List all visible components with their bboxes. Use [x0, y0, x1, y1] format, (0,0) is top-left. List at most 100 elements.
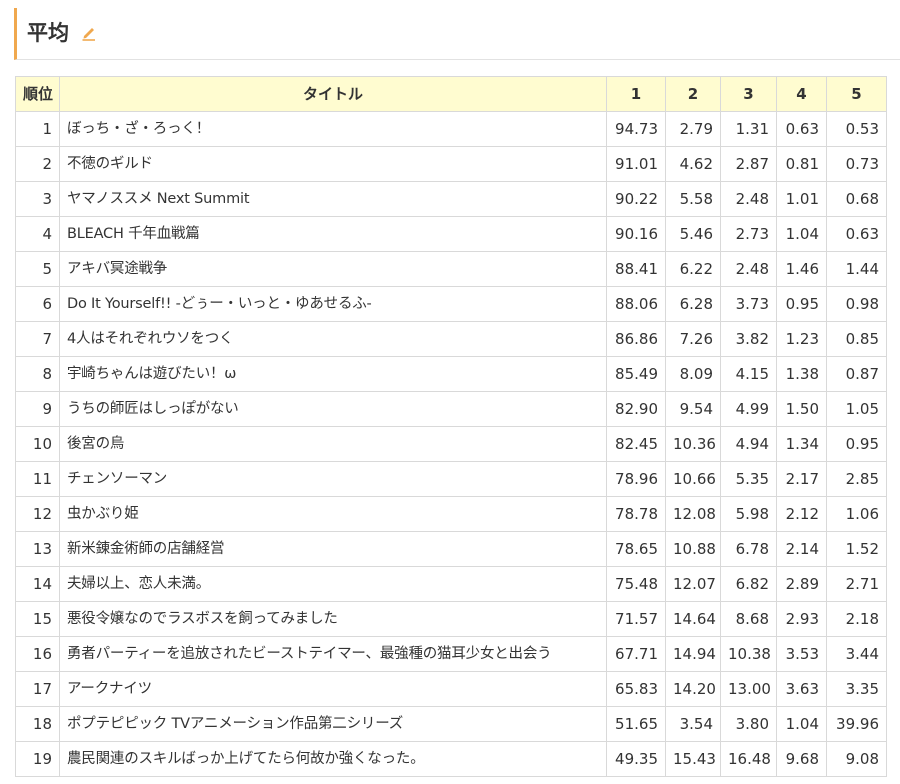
score-3-cell: 3.73 — [720, 286, 777, 322]
score-2-cell: 7.26 — [665, 321, 721, 357]
score-4-cell: 1.50 — [776, 391, 827, 427]
score-2-cell: 14.20 — [665, 671, 721, 707]
rank-cell: 2 — [15, 146, 60, 182]
table-row: 13 新米錬金術師の店舗経営 78.65 10.88 6.78 2.14 1.52 — [15, 531, 887, 567]
score-1-cell: 88.06 — [606, 286, 666, 322]
score-2-cell: 10.88 — [665, 531, 721, 567]
score-1-cell: 82.45 — [606, 426, 666, 462]
title-cell: 後宮の烏 — [59, 426, 607, 462]
score-5-cell: 0.73 — [826, 146, 887, 182]
score-1-cell: 85.49 — [606, 356, 666, 392]
rank-cell: 8 — [15, 356, 60, 392]
score-1-cell: 78.96 — [606, 461, 666, 497]
score-1-cell: 86.86 — [606, 321, 666, 357]
score-1-cell: 90.16 — [606, 216, 666, 252]
table-row: 12 虫かぶり姫 78.78 12.08 5.98 2.12 1.06 — [15, 496, 887, 532]
rank-cell: 17 — [15, 671, 60, 707]
score-4-cell: 3.63 — [776, 671, 827, 707]
score-4-cell: 1.01 — [776, 181, 827, 217]
score-1-cell: 65.83 — [606, 671, 666, 707]
score-5-cell: 3.44 — [826, 636, 887, 672]
table-row: 3 ヤマノススメ Next Summit 90.22 5.58 2.48 1.01 0.68 — [15, 181, 887, 217]
score-3-cell: 2.73 — [720, 216, 777, 252]
table-row: 10 後宮の烏 82.45 10.36 4.94 1.34 0.95 — [15, 426, 887, 462]
table-header-row: 順位 タイトル 1 2 3 4 5 — [15, 76, 887, 112]
column-header-score-2: 2 — [665, 76, 721, 112]
rank-cell: 14 — [15, 566, 60, 602]
title-cell: 新米錬金術師の店舗経営 — [59, 531, 607, 567]
score-5-cell: 1.05 — [826, 391, 887, 427]
score-3-cell: 3.82 — [720, 321, 777, 357]
title-cell: Do It Yourself!! -どぅー・いっと・ゆあせるふ- — [59, 286, 607, 322]
table-row: 18 ポプテピピック TVアニメーション作品第二シリーズ 51.65 3.54 3.80… — [15, 706, 887, 742]
score-3-cell: 3.80 — [720, 706, 777, 742]
title-cell: アークナイツ — [59, 671, 607, 707]
ranking-table: 順位 タイトル 1 2 3 4 5 1 ぼっち・ざ・ろっく！ 94.73 2.79 1.… — [15, 76, 887, 777]
score-4-cell: 1.38 — [776, 356, 827, 392]
rank-cell: 13 — [15, 531, 60, 567]
score-2-cell: 12.07 — [665, 566, 721, 602]
score-5-cell: 39.96 — [826, 706, 887, 742]
score-1-cell: 67.71 — [606, 636, 666, 672]
rank-cell: 7 — [15, 321, 60, 357]
title-cell: 悪役令嬢なのでラスボスを飼ってみました — [59, 601, 607, 637]
rank-cell: 1 — [15, 111, 60, 147]
score-3-cell: 4.94 — [720, 426, 777, 462]
score-1-cell: 78.65 — [606, 531, 666, 567]
score-4-cell: 0.63 — [776, 111, 827, 147]
table-row: 17 アークナイツ 65.83 14.20 13.00 3.63 3.35 — [15, 671, 887, 707]
rank-cell: 3 — [15, 181, 60, 217]
score-3-cell: 4.15 — [720, 356, 777, 392]
score-5-cell: 1.44 — [826, 251, 887, 287]
score-2-cell: 14.94 — [665, 636, 721, 672]
score-5-cell: 0.85 — [826, 321, 887, 357]
table-body: 1 ぼっち・ざ・ろっく！ 94.73 2.79 1.31 0.63 0.53 2 不徳のギルド 9… — [15, 111, 887, 777]
score-2-cell: 14.64 — [665, 601, 721, 637]
score-1-cell: 51.65 — [606, 706, 666, 742]
score-2-cell: 6.22 — [665, 251, 721, 287]
pencil-icon[interactable] — [81, 23, 97, 41]
score-2-cell: 3.54 — [665, 706, 721, 742]
column-header-score-5: 5 — [826, 76, 887, 112]
column-header-title: タイトル — [59, 76, 607, 112]
score-4-cell: 2.12 — [776, 496, 827, 532]
score-5-cell: 0.63 — [826, 216, 887, 252]
column-header-score-4: 4 — [776, 76, 827, 112]
score-3-cell: 10.38 — [720, 636, 777, 672]
score-4-cell: 1.04 — [776, 706, 827, 742]
score-3-cell: 1.31 — [720, 111, 777, 147]
title-cell: うちの師匠はしっぽがない — [59, 391, 607, 427]
score-3-cell: 6.78 — [720, 531, 777, 567]
score-2-cell: 5.46 — [665, 216, 721, 252]
score-5-cell: 2.18 — [826, 601, 887, 637]
score-2-cell: 5.58 — [665, 181, 721, 217]
rank-cell: 16 — [15, 636, 60, 672]
title-cell: ぼっち・ざ・ろっく！ — [59, 111, 607, 147]
score-1-cell: 88.41 — [606, 251, 666, 287]
score-4-cell: 2.89 — [776, 566, 827, 602]
score-4-cell: 9.68 — [776, 741, 827, 777]
title-cell: 虫かぶり姫 — [59, 496, 607, 532]
score-5-cell: 9.08 — [826, 741, 887, 777]
table-row: 16 勇者パーティーを追放されたビーストテイマー、最強種の猫耳少女と出会う 67.7… — [15, 636, 887, 672]
score-3-cell: 5.35 — [720, 461, 777, 497]
score-4-cell: 1.46 — [776, 251, 827, 287]
title-cell: 4人はそれぞれウソをつく — [59, 321, 607, 357]
score-1-cell: 78.78 — [606, 496, 666, 532]
score-4-cell: 2.14 — [776, 531, 827, 567]
rank-cell: 11 — [15, 461, 60, 497]
score-5-cell: 0.87 — [826, 356, 887, 392]
table-row: 9 うちの師匠はしっぽがない 82.90 9.54 4.99 1.50 1.05 — [15, 391, 887, 427]
title-cell: アキバ冥途戦争 — [59, 251, 607, 287]
score-3-cell: 8.68 — [720, 601, 777, 637]
score-4-cell: 3.53 — [776, 636, 827, 672]
score-4-cell: 1.34 — [776, 426, 827, 462]
score-1-cell: 71.57 — [606, 601, 666, 637]
column-header-rank: 順位 — [15, 76, 60, 112]
rank-cell: 19 — [15, 741, 60, 777]
title-cell: 農民関連のスキルばっか上げてたら何故か強くなった。 — [59, 741, 607, 777]
score-2-cell: 15.43 — [665, 741, 721, 777]
score-1-cell: 90.22 — [606, 181, 666, 217]
score-2-cell: 8.09 — [665, 356, 721, 392]
score-2-cell: 10.36 — [665, 426, 721, 462]
